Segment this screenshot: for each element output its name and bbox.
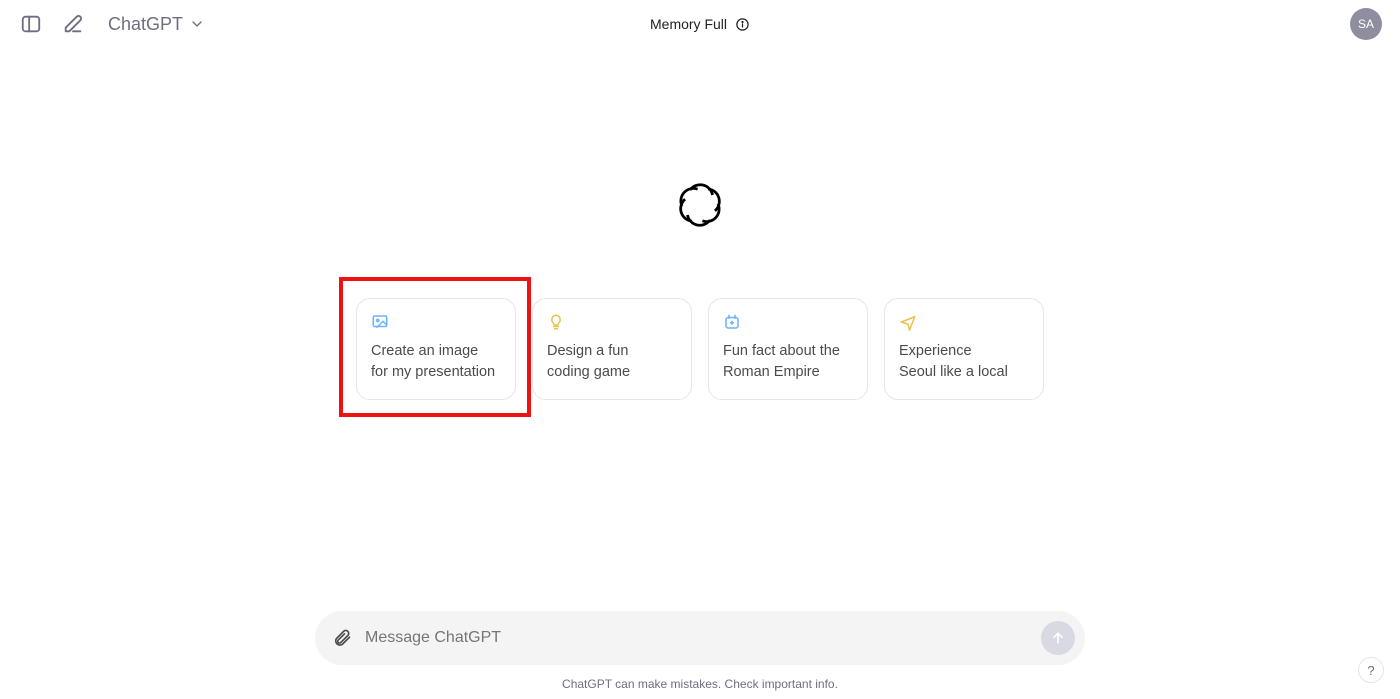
card-line2: coding game <box>547 364 630 380</box>
message-input[interactable] <box>365 629 1029 647</box>
card-text: Create an image for my presentation <box>371 341 501 383</box>
topbar-right: SA <box>1350 8 1382 40</box>
suggestion-cards: Create an image for my presentation Desi… <box>356 298 1044 400</box>
avatar[interactable]: SA <box>1350 8 1382 40</box>
model-label: ChatGPT <box>108 14 183 35</box>
card-line2: for my presentation <box>371 364 495 380</box>
new-chat-button[interactable] <box>60 11 86 37</box>
footer-text: ChatGPT can make mistakes. Check importa… <box>562 677 838 691</box>
send-button[interactable] <box>1041 621 1075 655</box>
card-line2: Seoul like a local <box>899 364 1008 380</box>
attach-button[interactable] <box>331 627 353 649</box>
openai-logo-icon <box>675 180 725 230</box>
lightbulb-icon <box>547 313 565 331</box>
chevron-down-icon <box>189 16 205 32</box>
help-button[interactable]: ? <box>1358 657 1384 683</box>
pencil-square-icon <box>62 13 84 35</box>
card-line1: Fun fact about the <box>723 343 840 359</box>
arrow-up-icon <box>1050 630 1066 646</box>
model-selector[interactable]: ChatGPT <box>102 10 211 39</box>
suggestion-card-3[interactable]: Experience Seoul like a local <box>884 298 1044 400</box>
card-text: Experience Seoul like a local <box>899 341 1029 383</box>
footer-disclaimer: ChatGPT can make mistakes. Check importa… <box>0 677 1400 691</box>
card-text: Fun fact about the Roman Empire <box>723 341 853 383</box>
help-label: ? <box>1367 663 1374 678</box>
card-line1: Create an image <box>371 343 478 359</box>
avatar-initials: SA <box>1358 17 1374 31</box>
message-input-bar <box>315 611 1085 665</box>
image-icon <box>371 313 389 331</box>
info-icon <box>735 17 750 32</box>
openai-logo <box>675 180 725 230</box>
suggestion-card-1[interactable]: Design a fun coding game <box>532 298 692 400</box>
card-line1: Experience <box>899 343 972 359</box>
card-text: Design a fun coding game <box>547 341 677 383</box>
card-line1: Design a fun <box>547 343 628 359</box>
paperclip-icon <box>332 628 352 648</box>
landing-center: Create an image for my presentation Desi… <box>0 180 1400 400</box>
topbar: ChatGPT Memory Full SA <box>0 0 1400 48</box>
sparkle-icon <box>723 313 741 331</box>
memory-status-label: Memory Full <box>650 16 727 32</box>
toggle-sidebar-button[interactable] <box>18 11 44 37</box>
sidebar-icon <box>20 13 42 35</box>
suggestion-card-0[interactable]: Create an image for my presentation <box>356 298 516 400</box>
plane-icon <box>899 313 917 331</box>
suggestion-card-2[interactable]: Fun fact about the Roman Empire <box>708 298 868 400</box>
card-line2: Roman Empire <box>723 364 820 380</box>
topbar-left: ChatGPT <box>18 10 211 39</box>
memory-status[interactable]: Memory Full <box>650 16 750 32</box>
